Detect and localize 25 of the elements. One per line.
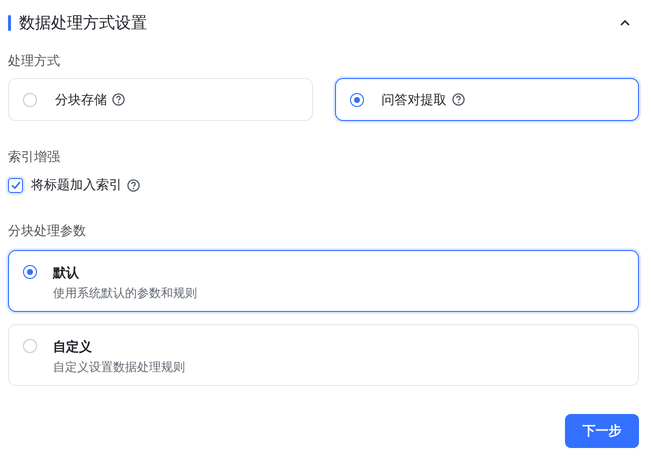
radio-button[interactable] [23,92,37,106]
help-icon[interactable] [112,93,125,106]
option-label: 问答对提取 [382,92,446,108]
field-label: 分块处理参数 [8,223,87,240]
option-card[interactable]: 默认 使用系统默认的参数和规则 [8,250,639,312]
field-label: 索引增强 [8,149,61,166]
option-title: 自定义 [53,338,93,356]
help-icon[interactable] [452,93,464,106]
option-description: 使用系统默认的参数和规则 [53,285,197,302]
section-title: 数据处理方式设置 [19,12,148,34]
option-description: 自定义设置数据处理规则 [53,359,185,376]
radio-button[interactable] [23,265,37,279]
checkbox-label: 将标题加入索引 [31,177,122,194]
option-card[interactable]: 问答对提取 [334,78,639,121]
option-card[interactable]: 分块存储 [8,78,312,121]
option-card[interactable]: 自定义 自定义设置数据处理规则 [8,324,639,386]
help-icon[interactable] [127,178,140,192]
next-button[interactable]: 下一步 [565,414,639,448]
option-label: 分块存储 [55,92,107,108]
radio-button[interactable] [23,339,37,353]
option-title: 默认 [53,265,80,282]
radio-button[interactable] [350,92,364,106]
checkmark-icon [10,179,22,191]
field-label: 处理方式 [8,53,61,70]
checkbox[interactable] [8,178,23,192]
